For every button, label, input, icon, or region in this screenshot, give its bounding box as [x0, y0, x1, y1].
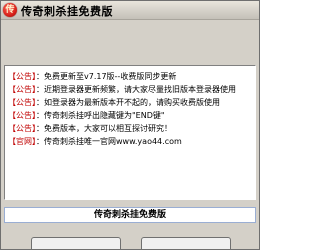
log-tag: 【官网】 [8, 137, 36, 146]
log-text: ：传奇刺杀挂呼出隐藏键为"END键" [36, 111, 165, 120]
log-line: 【公告】：传奇刺杀挂呼出隐藏键为"END键" [8, 110, 165, 122]
announcement-log: 【公告】：免费更新至v7.17版--收费版同步更新 【公告】：近期登录器更新频繁… [4, 65, 256, 200]
log-tag: 【公告】 [8, 111, 36, 120]
title-bar[interactable]: 传 传奇刺杀挂免费版 [1, 1, 259, 20]
app-icon-glyph: 传 [5, 5, 15, 15]
right-action-button[interactable] [141, 237, 231, 249]
log-tag: 【公告】 [8, 85, 36, 94]
log-tag: 【公告】 [8, 72, 36, 81]
log-tag: 【公告】 [8, 124, 36, 133]
log-text: ：免费更新至v7.17版--收费版同步更新 [36, 72, 177, 81]
log-line: 【公告】：近期登录器更新频繁，请大家尽量找旧版本登录器使用 [8, 84, 236, 96]
log-line: 【官网】：传奇刺杀挂唯一官网www.yao44.com [8, 136, 182, 148]
log-line: 【公告】：免费版本，大家可以相互探讨研究！ [8, 123, 172, 135]
log-tag: 【公告】 [8, 98, 36, 107]
banner-title: 传奇刺杀挂免费版 [93, 210, 166, 220]
log-text: ：如登录器为最新版本开不起的，请购买收费版使用 [36, 98, 220, 107]
log-line: 【公告】：免费更新至v7.17版--收费版同步更新 [8, 71, 176, 83]
log-line: 【公告】：如登录器为最新版本开不起的，请购买收费版使用 [8, 97, 220, 109]
log-text: ：免费版本，大家可以相互探讨研究！ [36, 124, 172, 133]
product-banner: 传奇刺杀挂免费版 [4, 207, 256, 223]
log-text: ：近期登录器更新频繁，请大家尽量找旧版本登录器使用 [36, 85, 236, 94]
app-icon: 传 [3, 3, 17, 17]
window-title: 传奇刺杀挂免费版 [21, 5, 113, 18]
log-text: ：传奇刺杀挂唯一官网www.yao44.com [36, 137, 182, 146]
app-window: 传 传奇刺杀挂免费版 【公告】：免费更新至v7.17版--收费版同步更新 【公告… [0, 0, 260, 250]
left-action-button[interactable] [31, 237, 121, 249]
